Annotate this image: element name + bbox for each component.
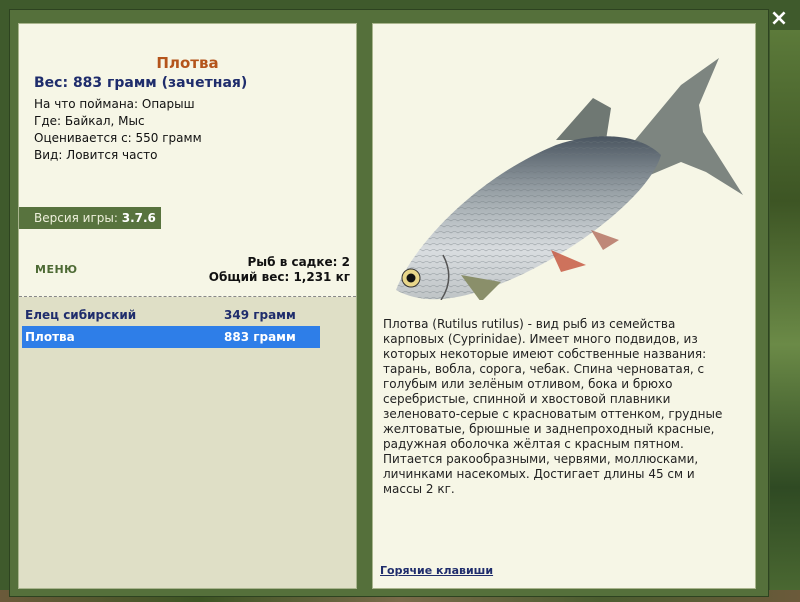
version-number: 3.7.6 <box>121 211 156 225</box>
version-label: Версия игры: <box>34 211 122 225</box>
fish-description-panel: Плотва (Rutilus rutilus) - вид рыб из се… <box>372 23 756 589</box>
close-button[interactable]: × <box>766 6 792 32</box>
location-info: Где: Байкал, Мыс <box>34 114 145 128</box>
hotkeys-link[interactable]: Горячие клавиши <box>380 564 493 577</box>
close-icon[interactable]: × <box>770 6 788 31</box>
list-item[interactable]: Елец сибирский 349 грамм <box>22 304 320 326</box>
fish-weight: Вес: 883 грамм (зачетная) <box>34 75 248 91</box>
fish-image <box>396 58 743 300</box>
keepnet-stats: Рыб в садке: 2 Общий вес: 1,231 кг <box>209 255 350 285</box>
total-weight: Общий вес: 1,231 кг <box>208 270 350 284</box>
catch-list: Елец сибирский 349 грамм Плотва 883 грам… <box>19 297 356 588</box>
list-item-name: Елец сибирский <box>25 308 137 322</box>
valuation-info: Оценивается с: 550 грамм <box>34 131 202 145</box>
fish-name-title: Плотва <box>156 54 219 72</box>
bait-info: На что поймана: Опарыш <box>34 97 195 111</box>
list-item-selected[interactable]: Плотва 883 грамм <box>22 326 320 348</box>
game-background <box>770 30 800 602</box>
list-item-weight: 349 грамм <box>224 308 296 322</box>
menu-button[interactable]: МЕНЮ <box>35 263 78 276</box>
fish-details-panel: Плотва Вес: 883 грамм (зачетная) На что … <box>18 23 357 589</box>
fish-count: Рыб в садке: 2 <box>247 255 351 269</box>
list-item-name: Плотва <box>25 330 75 344</box>
frequency-info: Вид: Ловится часто <box>34 148 158 162</box>
list-item-weight: 883 грамм <box>224 330 296 344</box>
game-version-bar: Версия игры: 3.7.6 <box>19 207 161 229</box>
fish-description: Плотва (Rutilus rutilus) - вид рыб из се… <box>383 317 723 496</box>
